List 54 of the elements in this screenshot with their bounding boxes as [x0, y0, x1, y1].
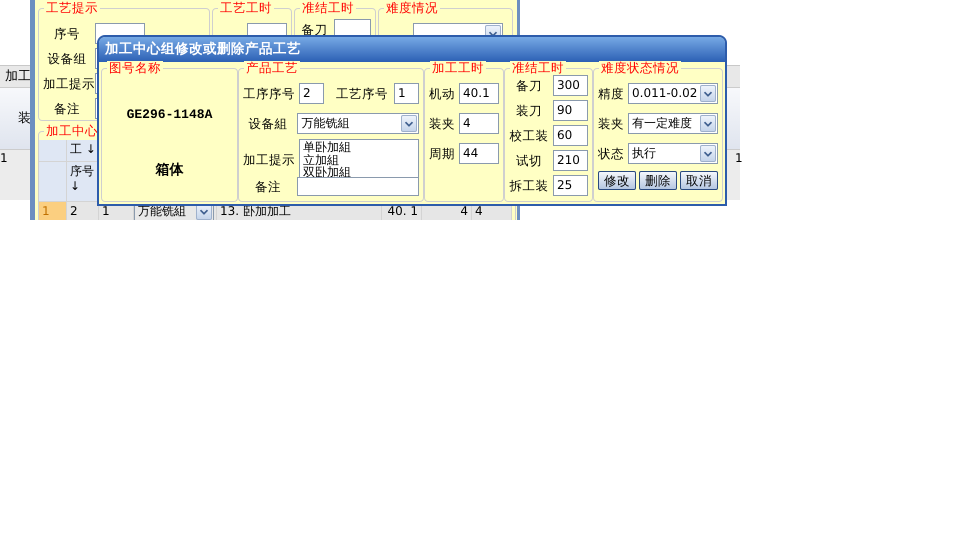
dropdown-field[interactable]: 执行 [628, 143, 718, 164]
table-cell: 2 [67, 202, 99, 220]
field-label: 机动 [429, 86, 455, 101]
input-field[interactable]: 40.1 [459, 83, 499, 104]
input-field[interactable]: 60 [553, 125, 588, 146]
column-header: 序号 ↓ [67, 162, 99, 202]
group-legend: 加工工时 [430, 61, 486, 75]
group-legend: 工艺工时 [218, 1, 274, 15]
drawing-number: GE296-1148A [126, 106, 212, 122]
field-label: 精度 [598, 86, 624, 101]
input-field[interactable]: 44 [459, 143, 499, 164]
field-label: 设备組 [248, 116, 289, 131]
input-field[interactable]: 4 [459, 113, 499, 134]
dialog-button[interactable]: 修改 [598, 171, 636, 190]
field-label: 备注 [53, 101, 81, 116]
dropdown-field[interactable]: 有一定难度 [628, 113, 718, 134]
input-field[interactable]: 2 [299, 83, 324, 104]
table-cell: 1 [735, 151, 743, 166]
field-label: 备注 [254, 179, 282, 194]
field-label: 拆工装 [509, 178, 549, 193]
field-label: 备刀 [300, 22, 328, 37]
part-name: 箱体 [156, 162, 184, 178]
group-legend: 准结工时 [300, 1, 356, 15]
text-area[interactable]: 单卧加組 立加組 双卧加組 [299, 139, 419, 179]
dropdown-field[interactable]: 万能铣組 [297, 113, 419, 134]
field-label: 装夹 [429, 116, 455, 131]
group-legend: 难度状态情况 [599, 61, 681, 75]
field-label: 序号 [53, 26, 81, 41]
field-label: 工序序号 [243, 86, 295, 101]
input-field[interactable]: 25 [553, 175, 588, 196]
input-field[interactable]: 90 [553, 100, 588, 121]
group-legend: 准结工时 [510, 61, 566, 75]
table-cell: 1 [0, 151, 8, 166]
input-field[interactable]: 300 [553, 75, 588, 96]
dialog-button[interactable]: 取消 [680, 171, 718, 190]
input-field[interactable]: 210 [553, 150, 588, 171]
group-legend: 难度情况 [384, 1, 440, 15]
window-title: 加工中心组修改或删除产品工艺 [99, 37, 725, 62]
group-legend: 图号名称 [107, 61, 163, 75]
input-field[interactable]: 1 [394, 83, 419, 104]
column-header: 工 ↓ [67, 140, 99, 162]
field-label: 工艺序号 [336, 86, 388, 101]
dialog-button[interactable]: 删除 [639, 171, 677, 190]
dropdown-field[interactable]: 0.011-0.02 [628, 83, 718, 104]
field-label: 加工提示 [243, 152, 295, 166]
field-label: 装夹 [598, 116, 624, 131]
field-label: 设备组 [46, 51, 88, 66]
group-legend: 工艺提示 [44, 1, 100, 15]
group-legend: 产品工艺 [244, 61, 300, 75]
group-legend: 加工中心 [44, 124, 100, 138]
field-label: 试切 [515, 153, 543, 168]
field-label: 校工装 [509, 128, 549, 143]
input-field[interactable] [297, 177, 419, 196]
field-label: 装刀 [515, 103, 543, 118]
